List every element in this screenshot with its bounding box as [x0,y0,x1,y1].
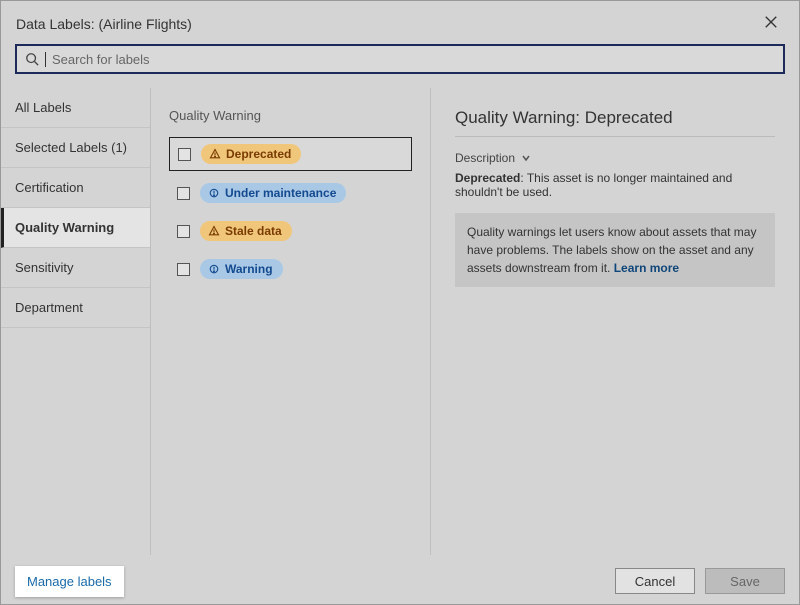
save-button[interactable]: Save [705,568,785,594]
close-icon [764,15,778,29]
footer-buttons: Cancel Save [615,568,785,594]
label-row-under-maintenance[interactable]: Under maintenance [169,177,412,209]
text-caret [45,52,46,67]
sidebar-item-department[interactable]: Department [1,288,150,328]
label-list-title: Quality Warning [169,108,412,123]
close-button[interactable] [758,11,784,36]
dialog-header: Data Labels: (Airline Flights) [1,1,799,44]
info-icon [208,263,220,275]
search-icon [25,52,39,66]
chevron-down-icon [521,153,531,163]
search-box[interactable] [15,44,785,74]
search-row [1,44,799,88]
description-label: Description [455,151,515,165]
pill-deprecated: Deprecated [201,144,301,164]
cancel-button[interactable]: Cancel [615,568,695,594]
checkbox-deprecated[interactable] [178,148,191,161]
sidebar-item-selected-labels[interactable]: Selected Labels (1) [1,128,150,168]
label-row-stale-data[interactable]: Stale data [169,215,412,247]
sidebar-item-certification[interactable]: Certification [1,168,150,208]
warning-icon [209,148,221,160]
label-row-deprecated[interactable]: Deprecated [169,137,412,171]
checkbox-warning[interactable] [177,263,190,276]
search-input[interactable] [52,52,775,67]
description-toggle[interactable]: Description [455,151,775,165]
checkbox-stale-data[interactable] [177,225,190,238]
learn-more-link[interactable]: Learn more [614,261,679,275]
data-labels-dialog: Data Labels: (Airline Flights) All Label… [0,0,800,605]
sidebar-item-sensitivity[interactable]: Sensitivity [1,248,150,288]
info-text: Quality warnings let users know about as… [467,225,756,275]
dialog-footer: Manage labels Cancel Save [1,558,799,604]
warning-icon [208,225,220,237]
description-name: Deprecated [455,171,520,185]
pill-label: Warning [225,262,273,276]
label-list-column: Quality Warning Deprecated Under mainten… [151,88,431,555]
manage-labels-button[interactable]: Manage labels [15,566,124,597]
detail-title: Quality Warning: Deprecated [455,108,775,128]
pill-stale-data: Stale data [200,221,292,241]
pill-label: Stale data [225,224,282,238]
pill-label: Deprecated [226,147,291,161]
detail-column: Quality Warning: Deprecated Description … [431,88,799,555]
sidebar-item-all-labels[interactable]: All Labels [1,88,150,128]
description-text: Deprecated: This asset is no longer main… [455,171,775,199]
sidebar-item-quality-warning[interactable]: Quality Warning [1,208,150,248]
divider [455,136,775,137]
info-box: Quality warnings let users know about as… [455,213,775,287]
dialog-title: Data Labels: (Airline Flights) [16,16,192,32]
dialog-body: All Labels Selected Labels (1) Certifica… [1,88,799,555]
pill-warning: Warning [200,259,283,279]
sidebar: All Labels Selected Labels (1) Certifica… [1,88,151,555]
label-row-warning[interactable]: Warning [169,253,412,285]
checkbox-under-maintenance[interactable] [177,187,190,200]
pill-under-maintenance: Under maintenance [200,183,346,203]
pill-label: Under maintenance [225,186,336,200]
maintenance-icon [208,187,220,199]
